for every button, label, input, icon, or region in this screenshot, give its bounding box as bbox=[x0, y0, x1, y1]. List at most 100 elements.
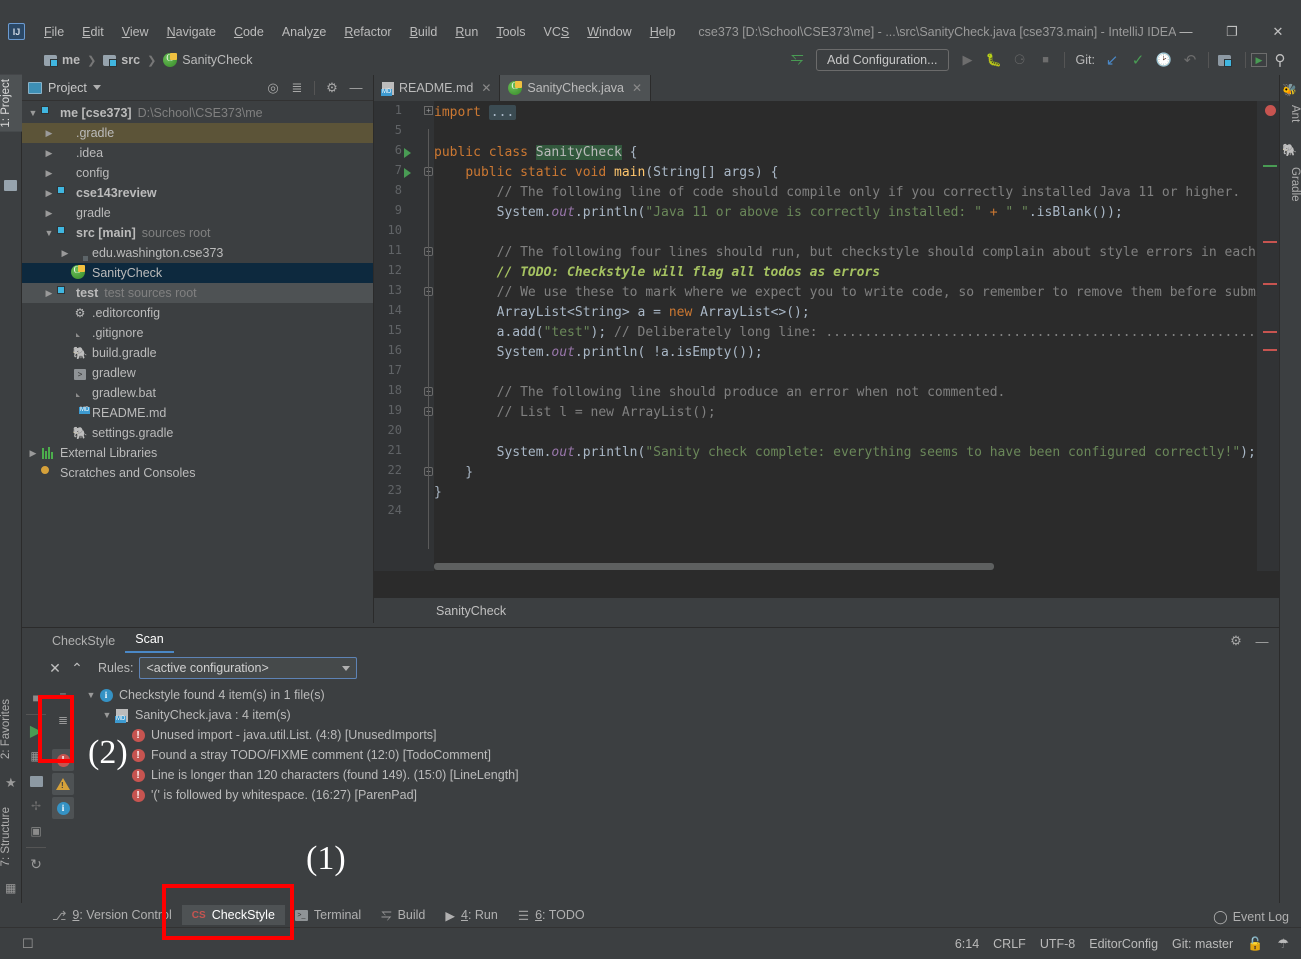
encoding[interactable]: UTF-8 bbox=[1040, 937, 1075, 951]
chevron-right-icon[interactable]: ▶ bbox=[26, 448, 40, 459]
scan-custom-icon[interactable]: ▣ bbox=[24, 819, 48, 843]
project-tree[interactable]: ▼ me [cse373] D:\School\CSE373\me ▶ .gradle ▶… bbox=[22, 101, 373, 483]
menu-code[interactable]: Code bbox=[225, 22, 273, 42]
close-icon[interactable]: ✕ bbox=[632, 81, 642, 95]
checkstyle-results-list[interactable]: ▼ i Checkstyle found 4 item(s) in 1 file(s… bbox=[78, 683, 1279, 895]
chevron-down-icon[interactable] bbox=[92, 85, 101, 90]
hide-icon[interactable]: — bbox=[1251, 630, 1273, 652]
tree-row[interactable]: ▼ me [cse373] D:\School\CSE373\me bbox=[22, 103, 373, 123]
code-editor[interactable]: 1+567−891011−1213−1415161718−19−202122−2… bbox=[374, 101, 1279, 571]
tree-row[interactable]: ▶ .idea bbox=[22, 143, 373, 163]
chevron-down-icon[interactable]: ▼ bbox=[42, 228, 56, 238]
tree-row[interactable]: 🐘 settings.gradle bbox=[22, 423, 373, 443]
checkstyle-result-row[interactable]: ! Found a stray TODO/FIXME comment (12:0)… bbox=[78, 745, 1279, 765]
chevron-right-icon[interactable]: ▶ bbox=[58, 248, 72, 259]
bottom-tab-build[interactable]: ⥧ Build bbox=[371, 904, 435, 926]
search-icon[interactable]: ⚲ bbox=[1267, 48, 1293, 72]
error-marker[interactable] bbox=[1263, 241, 1277, 243]
hammer-icon[interactable]: ⥧ bbox=[784, 48, 810, 72]
menu-view[interactable]: View bbox=[113, 22, 158, 42]
git-branch[interactable]: Git: master bbox=[1172, 937, 1233, 951]
line-separator[interactable]: CRLF bbox=[993, 937, 1026, 951]
scan-project-icon[interactable] bbox=[24, 769, 48, 793]
breadcrumb-item-me[interactable]: me bbox=[40, 51, 84, 69]
menu-edit[interactable]: Edit bbox=[73, 22, 113, 42]
filter-info-toggle[interactable]: i bbox=[52, 797, 74, 819]
run-gutter-icon[interactable] bbox=[404, 168, 411, 178]
add-configuration-button[interactable]: Add Configuration... bbox=[816, 49, 949, 71]
menu-help[interactable]: Help bbox=[641, 22, 685, 42]
maximize-button[interactable]: ❐ bbox=[1209, 18, 1255, 45]
menu-tools[interactable]: Tools bbox=[487, 22, 534, 42]
bottom-tab-run[interactable]: ▶ 4: Run bbox=[435, 905, 507, 926]
tree-row[interactable]: ⚙ .editorconfig bbox=[22, 303, 373, 323]
collapse-all-icon[interactable]: ≣ bbox=[52, 709, 74, 731]
tree-row[interactable]: ▼ src [main] sources root bbox=[22, 223, 373, 243]
tree-row[interactable]: SanityCheck bbox=[22, 263, 373, 283]
collapse-all-icon[interactable]: ≣ bbox=[286, 77, 308, 99]
layout-icon[interactable]: ▶ bbox=[1251, 53, 1267, 67]
close-icon[interactable]: ✕ bbox=[44, 657, 66, 679]
error-marker[interactable] bbox=[1263, 331, 1277, 333]
breadcrumb-item-sanitycheck[interactable]: SanityCheck bbox=[159, 51, 256, 69]
scan-module-icon[interactable]: ▦ bbox=[24, 744, 48, 768]
tree-row[interactable]: .gitignore bbox=[22, 323, 373, 343]
run-with-coverage-icon[interactable]: ⚆ bbox=[1007, 48, 1033, 72]
chevron-right-icon[interactable]: ▶ bbox=[42, 128, 56, 139]
error-marker-bar[interactable] bbox=[1257, 101, 1279, 571]
checkstyle-result-row[interactable]: ▼ i Checkstyle found 4 item(s) in 1 file(s… bbox=[78, 685, 1279, 705]
tree-row[interactable]: ▶ gradle bbox=[22, 203, 373, 223]
gear-icon[interactable]: ⚙ bbox=[321, 77, 343, 99]
sidebar-tab-gradle[interactable]: Gradle bbox=[1279, 163, 1301, 206]
checkstyle-result-row[interactable]: ▼ SanityCheck.java : 4 item(s) bbox=[78, 705, 1279, 725]
menu-analyze[interactable]: Analyze bbox=[273, 22, 335, 42]
filter-warnings-toggle[interactable] bbox=[52, 773, 74, 795]
editor-tab-sanitycheck[interactable]: SanityCheck.java ✕ bbox=[500, 75, 652, 101]
menu-navigate[interactable]: Navigate bbox=[158, 22, 225, 42]
pin-icon[interactable]: ⌃ bbox=[66, 657, 88, 679]
chevron-right-icon[interactable]: ▶ bbox=[42, 208, 56, 219]
expand-all-icon[interactable]: ≡ bbox=[52, 685, 74, 707]
run-scan-button[interactable]: ▶ bbox=[24, 719, 48, 743]
hide-icon[interactable]: — bbox=[345, 77, 367, 99]
scroll-to-source-icon[interactable]: ■ bbox=[24, 686, 48, 710]
run-gutter-icon[interactable] bbox=[404, 148, 411, 158]
close-button[interactable]: ✕ bbox=[1255, 18, 1301, 45]
tree-row[interactable]: README.md bbox=[22, 403, 373, 423]
chevron-right-icon[interactable]: ▶ bbox=[42, 168, 56, 179]
rules-dropdown[interactable]: <active configuration> bbox=[139, 657, 358, 679]
event-log-button[interactable]: ◯ Event Log bbox=[1213, 909, 1289, 925]
menu-run[interactable]: Run bbox=[446, 22, 487, 42]
editorconfig-status[interactable]: EditorConfig bbox=[1089, 937, 1158, 951]
tree-row[interactable]: 🐘 build.gradle bbox=[22, 343, 373, 363]
tab-checkstyle[interactable]: CheckStyle bbox=[42, 631, 125, 653]
sidebar-tab-project[interactable]: 1: Project bbox=[0, 75, 22, 132]
bottom-tab-terminal[interactable]: >_ Terminal bbox=[285, 905, 371, 925]
locate-icon[interactable]: ◎ bbox=[262, 77, 284, 99]
project-structure-icon[interactable] bbox=[1214, 48, 1240, 72]
menu-build[interactable]: Build bbox=[401, 22, 447, 42]
caret-position[interactable]: 6:14 bbox=[955, 937, 979, 951]
tree-row[interactable]: ▶ test test sources root bbox=[22, 283, 373, 303]
commit-checkmark-icon[interactable]: ✓ bbox=[1125, 48, 1151, 72]
chevron-down-icon[interactable]: ▼ bbox=[26, 108, 40, 118]
tree-row[interactable]: ▶ External Libraries bbox=[22, 443, 373, 463]
breadcrumb-item-src[interactable]: src bbox=[99, 51, 144, 69]
tab-scan[interactable]: Scan bbox=[125, 629, 174, 653]
error-marker[interactable] bbox=[1263, 283, 1277, 285]
stop-icon[interactable]: ■ bbox=[1033, 48, 1059, 72]
tree-row[interactable]: > gradlew bbox=[22, 363, 373, 383]
rollback-icon[interactable]: ↶ bbox=[1177, 48, 1203, 72]
menu-file[interactable]: File bbox=[35, 22, 73, 42]
chevron-down-icon[interactable]: ▼ bbox=[84, 690, 98, 700]
update-project-icon[interactable]: ↙ bbox=[1099, 48, 1125, 72]
close-icon[interactable]: ✕ bbox=[481, 81, 491, 95]
menu-refactor[interactable]: Refactor bbox=[335, 22, 400, 42]
chevron-right-icon[interactable]: ▶ bbox=[42, 148, 56, 159]
checkstyle-result-row[interactable]: ! Unused import - java.util.List. (4:8) [… bbox=[78, 725, 1279, 745]
refresh-icon[interactable]: ↻ bbox=[24, 852, 48, 876]
tree-row[interactable]: ▶ .gradle bbox=[22, 123, 373, 143]
tree-row[interactable]: ▶ cse143review bbox=[22, 183, 373, 203]
scan-changed-icon[interactable]: ✢ bbox=[24, 794, 48, 818]
chevron-right-icon[interactable]: ▶ bbox=[42, 188, 56, 199]
